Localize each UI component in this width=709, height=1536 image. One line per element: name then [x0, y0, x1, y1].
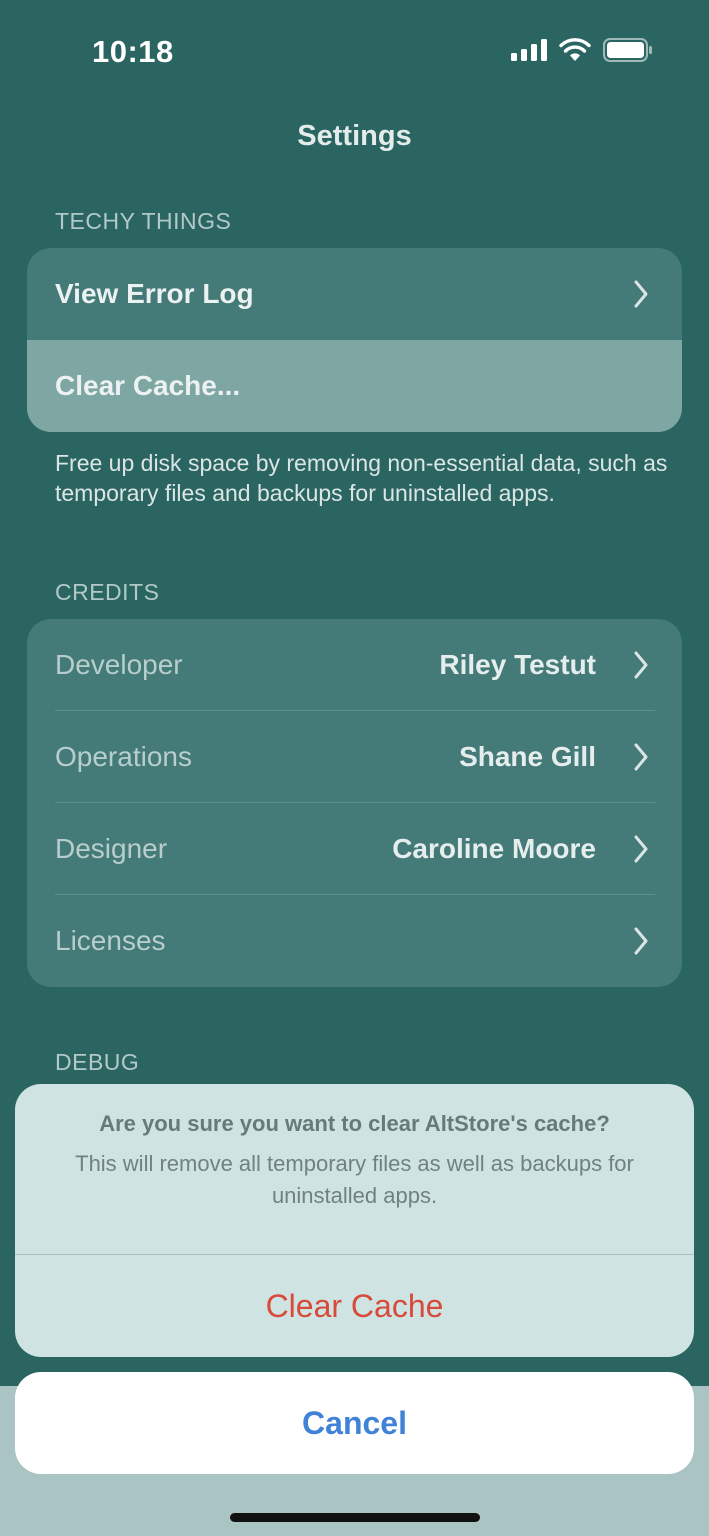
clear-cache-button[interactable]: Clear Cache [15, 1255, 694, 1357]
section-header-debug: DEBUG [55, 1049, 140, 1075]
credit-row-operations[interactable]: Operations Shane Gill [27, 711, 682, 803]
wifi-icon [559, 38, 591, 61]
clear-cache-row[interactable]: Clear Cache... [27, 340, 682, 432]
section-header-credits: CREDITS [55, 579, 160, 605]
battery-icon [603, 38, 652, 62]
row-value: Shane Gill [459, 741, 596, 772]
action-sheet-message: This will remove all temporary files as … [75, 1151, 634, 1208]
row-label: View Error Log [55, 278, 254, 309]
status-icons [511, 38, 653, 62]
chevron-right-icon [634, 280, 648, 308]
credit-row-designer[interactable]: Designer Caroline Moore [27, 803, 682, 895]
section-header-techy: TECHY THINGS [55, 208, 232, 234]
cellular-signal-icon [511, 39, 547, 61]
row-label: Developer [55, 649, 183, 680]
chevron-right-icon [634, 835, 648, 863]
row-label: Clear Cache... [55, 370, 241, 401]
home-indicator [230, 1513, 480, 1522]
chevron-right-icon [634, 651, 648, 679]
row-label: Designer [55, 833, 168, 864]
status-time: 10:18 [92, 34, 174, 69]
page-title: Settings [297, 120, 412, 152]
row-label: Licenses [55, 925, 166, 956]
clear-cache-footer: Free up disk space by removing non-essen… [55, 450, 668, 506]
row-value: Caroline Moore [392, 833, 596, 864]
action-sheet: Are you sure you want to clear AltStore'… [15, 1084, 694, 1357]
action-sheet-title: Are you sure you want to clear AltStore'… [99, 1111, 610, 1136]
techy-group: View Error Log Clear Cache... [27, 248, 682, 432]
credit-row-developer[interactable]: Developer Riley Testut [27, 619, 682, 711]
chevron-right-icon [634, 927, 648, 955]
chevron-right-icon [634, 743, 648, 771]
view-error-log-row[interactable]: View Error Log [27, 248, 682, 340]
credit-row-licenses[interactable]: Licenses [27, 895, 682, 987]
row-label: Operations [55, 741, 192, 772]
credits-group: Developer Riley Testut Operations Shane … [27, 619, 682, 987]
row-value: Riley Testut [439, 649, 596, 680]
cancel-button[interactable]: Cancel [15, 1372, 694, 1474]
